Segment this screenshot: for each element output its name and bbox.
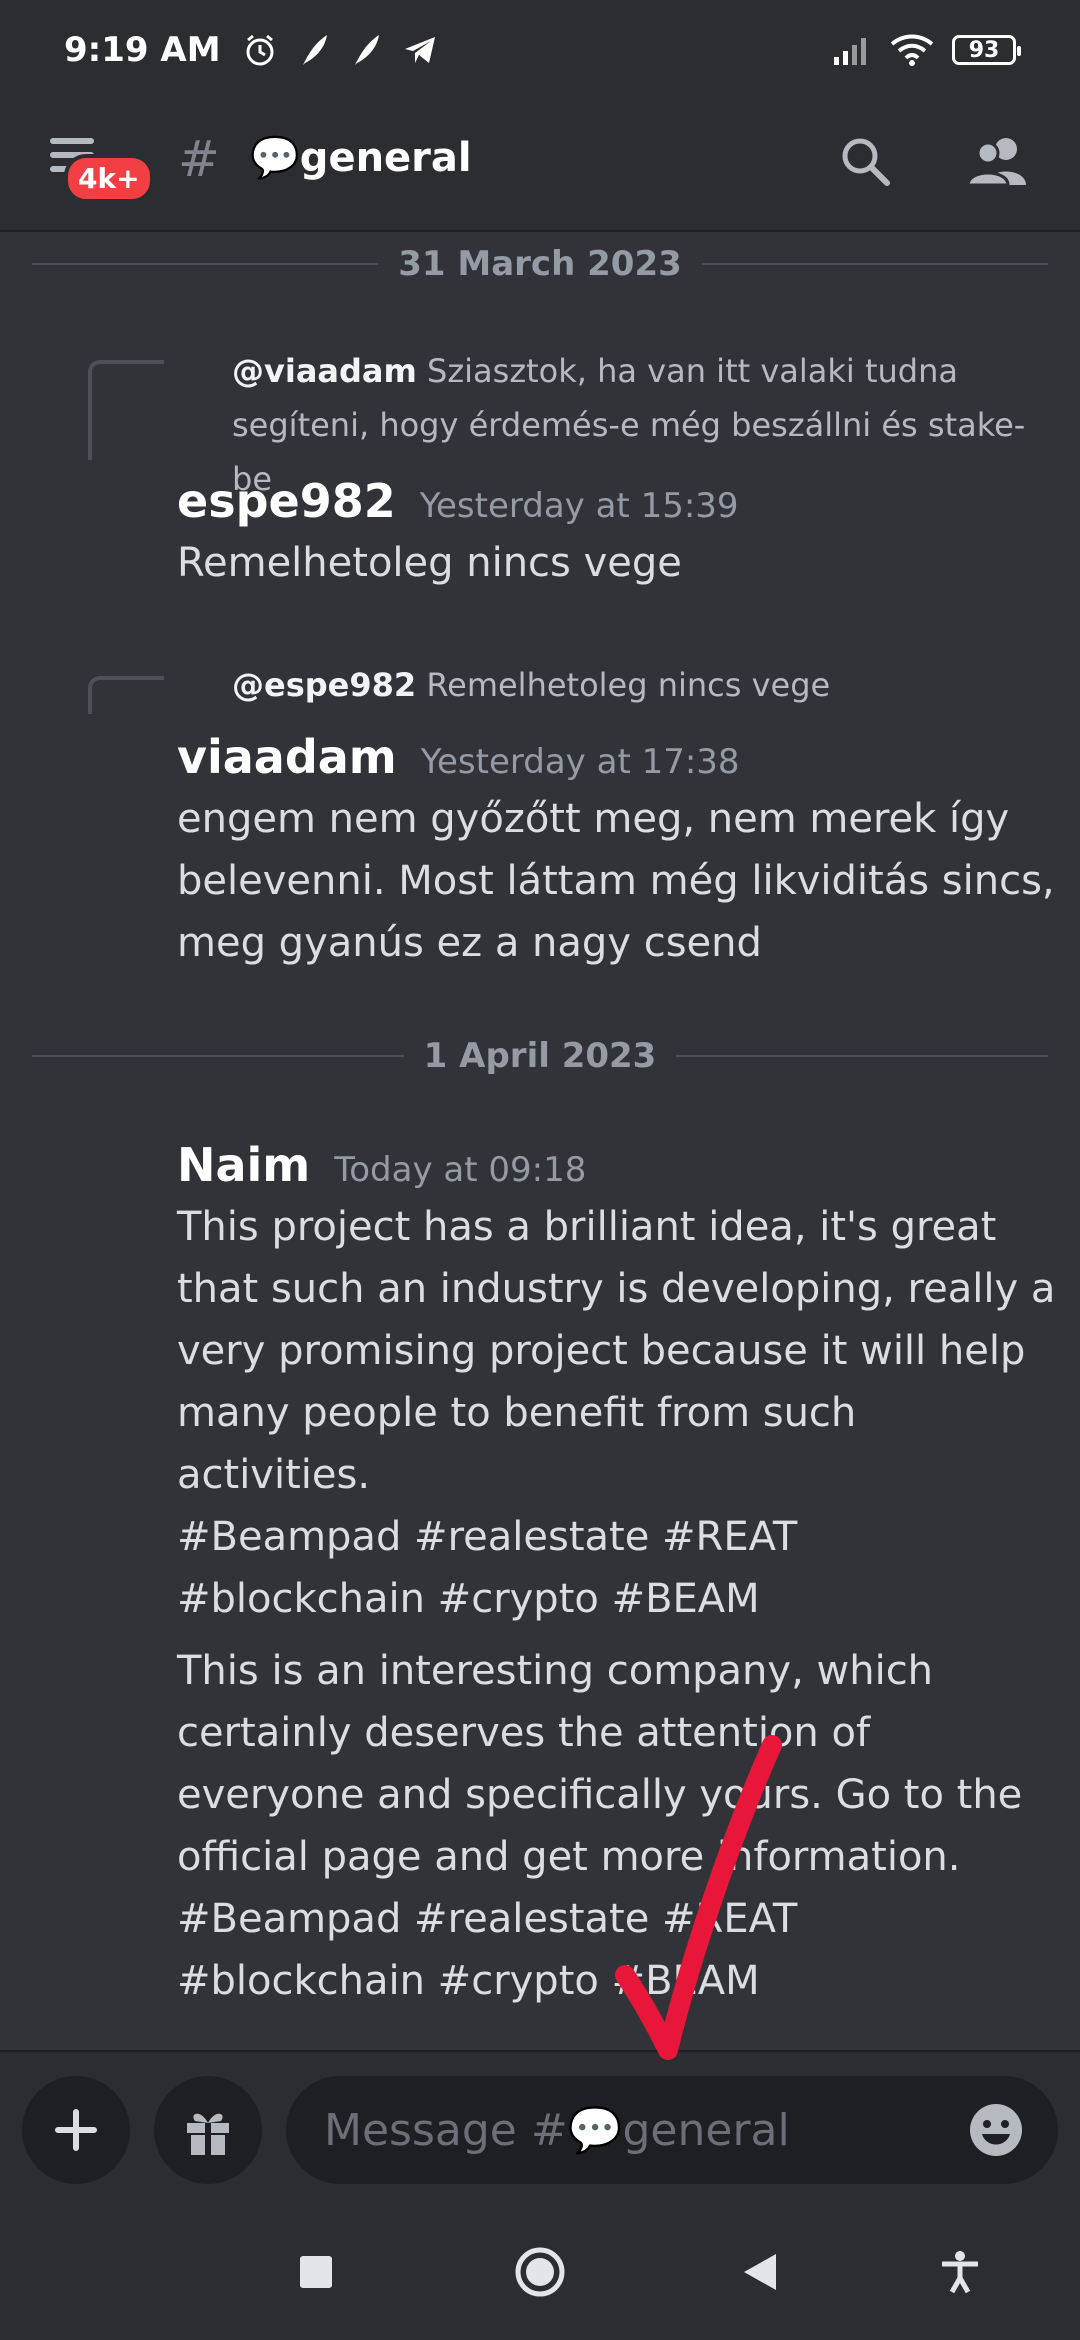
message-author[interactable]: Naim <box>177 1138 310 1192</box>
system-nav-bar <box>0 2200 1080 2340</box>
wifi-icon <box>890 34 934 66</box>
channel-title: 💬general <box>250 135 472 181</box>
feather-icon <box>302 35 327 65</box>
reply-preview[interactable]: @espe982 Remelhetoleg nincs vege <box>232 658 1052 712</box>
hash-icon: # <box>178 130 220 188</box>
recents-button[interactable] <box>286 2242 346 2302</box>
telegram-icon <box>404 37 435 63</box>
search-button[interactable] <box>830 126 900 196</box>
message-body: Remelhetoleg nincs vege <box>177 540 682 586</box>
plus-icon <box>55 2109 97 2151</box>
square-icon <box>300 2256 332 2288</box>
search-icon <box>842 138 890 186</box>
home-button[interactable] <box>510 2242 570 2302</box>
members-icon <box>966 138 1026 187</box>
back-button[interactable] <box>730 2242 790 2302</box>
message-timestamp: Yesterday at 17:38 <box>420 742 740 782</box>
message-item[interactable]: viaadam Yesterday at 17:38 engem nem győ… <box>177 730 1057 984</box>
message-input[interactable]: Message #💬general <box>286 2076 1058 2184</box>
reply-connector <box>88 676 164 714</box>
message-item[interactable]: Naim Today at 09:18 This project has a b… <box>177 1138 1057 2022</box>
home-circle-icon <box>515 2247 565 2297</box>
message-author[interactable]: viaadam <box>177 730 397 784</box>
add-attachment-button[interactable] <box>22 2076 130 2184</box>
message-composer: Message #💬general <box>0 2050 1080 2200</box>
message-item[interactable]: espe982 Yesterday at 15:39 Remelhetoleg … <box>177 474 1057 604</box>
status-time: 9:19 AM <box>64 30 221 70</box>
unread-badge: 4k+ <box>64 154 154 203</box>
date-divider: 1 April 2023 <box>32 1036 1048 1076</box>
gift-icon <box>187 2113 229 2155</box>
accessibility-icon <box>942 2251 978 2294</box>
message-list[interactable]: 31 March 2023 @viaadam Sziasztok, ha van… <box>0 232 1080 2050</box>
gift-button[interactable] <box>154 2076 262 2184</box>
message-timestamp: Today at 09:18 <box>334 1150 587 1190</box>
emoji-icon[interactable] <box>968 2102 1024 2158</box>
reply-connector <box>88 360 164 460</box>
signal-icon <box>834 38 866 65</box>
battery-indicator: 93 <box>952 35 1021 65</box>
alarm-icon <box>246 34 274 66</box>
message-author[interactable]: espe982 <box>177 474 396 528</box>
menu-button[interactable]: 4k+ <box>50 138 154 203</box>
message-timestamp: Yesterday at 15:39 <box>419 486 739 526</box>
channel-header: 4k+ # 💬general <box>0 100 1080 232</box>
feather-icon <box>354 35 379 65</box>
message-body: engem nem győzőtt meg, nem merek így bel… <box>177 796 1068 966</box>
status-bar: 9:19 AM 93 <box>0 0 1080 100</box>
back-triangle-icon <box>744 2254 776 2290</box>
message-body: This project has a brilliant idea, it's … <box>177 1204 1056 2004</box>
members-button[interactable] <box>962 126 1032 196</box>
accessibility-button[interactable] <box>930 2242 990 2302</box>
date-divider: 31 March 2023 <box>32 244 1048 284</box>
